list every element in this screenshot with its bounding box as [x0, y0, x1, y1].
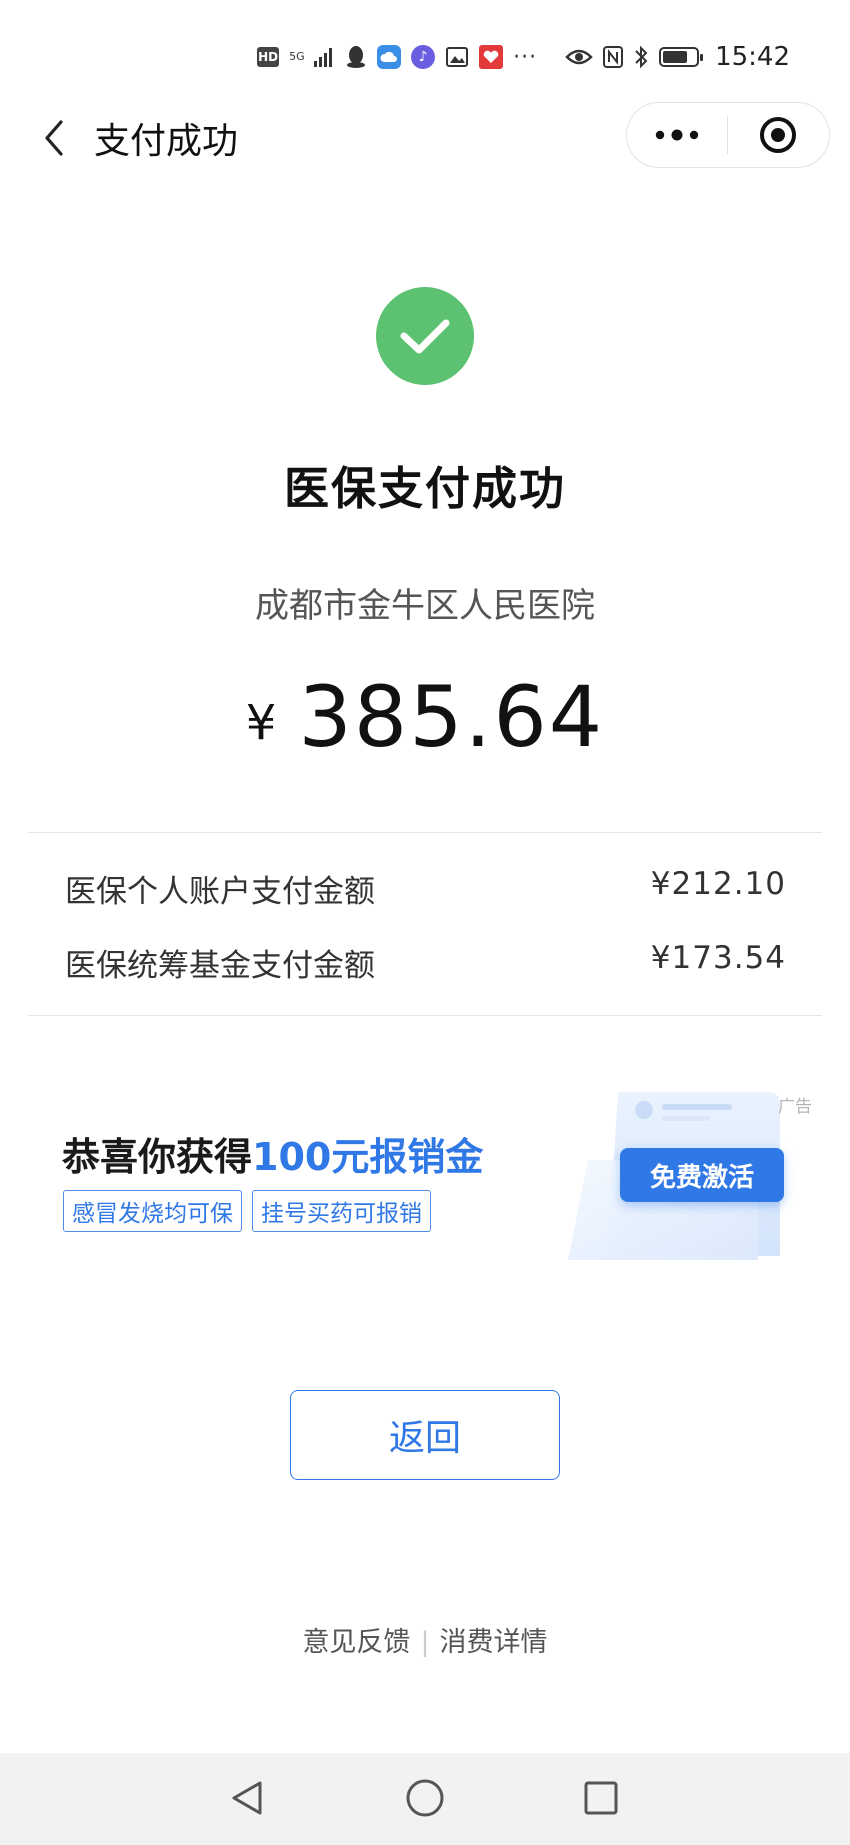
return-button[interactable]: 返回 — [290, 1390, 560, 1480]
battery-icon — [659, 47, 704, 67]
amount-value: 385.64 — [298, 668, 605, 766]
status-bar: HD 5G ♪ ··· 15:42 — [0, 0, 850, 110]
gallery-icon — [446, 47, 469, 67]
currency-symbol: ¥ — [245, 695, 277, 751]
detail-row-personal-account: 医保个人账户支付金额 ¥212.10 — [65, 866, 786, 911]
qq-icon — [347, 46, 366, 68]
payment-amount: ¥385.64 — [0, 668, 850, 766]
ad-headline: 恭喜你获得100元报销金 — [62, 1126, 483, 1181]
nav-bar: 支付成功 — [0, 100, 850, 176]
divider-top — [28, 832, 822, 833]
success-title: 医保支付成功 — [283, 462, 566, 515]
triangle-back-icon — [232, 1781, 262, 1815]
system-back-button[interactable] — [224, 1775, 270, 1821]
ad-tag: 挂号买药可报销 — [252, 1190, 431, 1232]
system-recents-button[interactable] — [578, 1775, 624, 1821]
detail-label: 医保统筹基金支付金额 — [65, 948, 375, 984]
ad-headline-highlight: 100元报销金 — [252, 1135, 484, 1179]
more-button[interactable] — [627, 103, 727, 167]
ad-headline-prefix: 恭喜你获得 — [62, 1135, 253, 1179]
feedback-link[interactable]: 意见反馈 — [302, 1627, 410, 1658]
eye-icon — [565, 49, 593, 65]
nfc-icon — [603, 46, 624, 68]
footer-separator: | — [420, 1627, 430, 1658]
detail-value: ¥173.54 — [650, 940, 786, 976]
music-icon: ♪ — [411, 45, 436, 69]
ad-label: 广告 — [778, 1097, 812, 1117]
more-dots-icon — [655, 129, 699, 141]
system-nav-bar — [0, 1753, 850, 1845]
consumption-details-link[interactable]: 消费详情 — [440, 1627, 548, 1658]
close-mini-program-button[interactable] — [728, 103, 828, 167]
clock: 15:42 — [715, 42, 790, 72]
system-home-button[interactable] — [402, 1775, 448, 1821]
hospital-name: 成都市金牛区人民医院 — [255, 586, 595, 626]
health-icon — [479, 45, 504, 69]
status-icons: HD 5G ♪ ··· 15:42 — [257, 40, 790, 74]
detail-label: 医保个人账户支付金额 — [65, 874, 375, 910]
mini-program-capsule — [626, 102, 830, 168]
success-check-icon — [376, 287, 474, 385]
target-icon — [760, 117, 796, 153]
circle-home-icon — [406, 1779, 444, 1817]
page-title: 支付成功 — [94, 121, 239, 162]
chevron-left-icon — [45, 120, 63, 156]
ad-tags: 感冒发烧均可保 挂号买药可报销 — [63, 1190, 431, 1232]
back-button[interactable] — [30, 114, 78, 162]
detail-value: ¥212.10 — [650, 866, 786, 902]
hd-icon: HD — [257, 47, 280, 67]
ad-banner[interactable]: 恭喜你获得100元报销金 感冒发烧均可保 挂号买药可报销 广告 免费激活 — [60, 1090, 820, 1270]
ad-tag: 感冒发烧均可保 — [63, 1190, 242, 1232]
5g-icon: 5G — [289, 50, 305, 63]
bluetooth-icon — [635, 45, 648, 69]
cloud-icon — [377, 45, 402, 69]
activate-button[interactable]: 免费激活 — [620, 1148, 784, 1202]
signal-icon — [314, 48, 333, 67]
divider-bottom — [28, 1015, 822, 1016]
more-notifications-icon: ··· — [513, 44, 538, 70]
detail-row-pooled-fund: 医保统筹基金支付金额 ¥173.54 — [65, 940, 786, 985]
footer-links: 意见反馈 | 消费详情 — [0, 1620, 850, 1659]
square-recents-icon — [584, 1781, 618, 1815]
